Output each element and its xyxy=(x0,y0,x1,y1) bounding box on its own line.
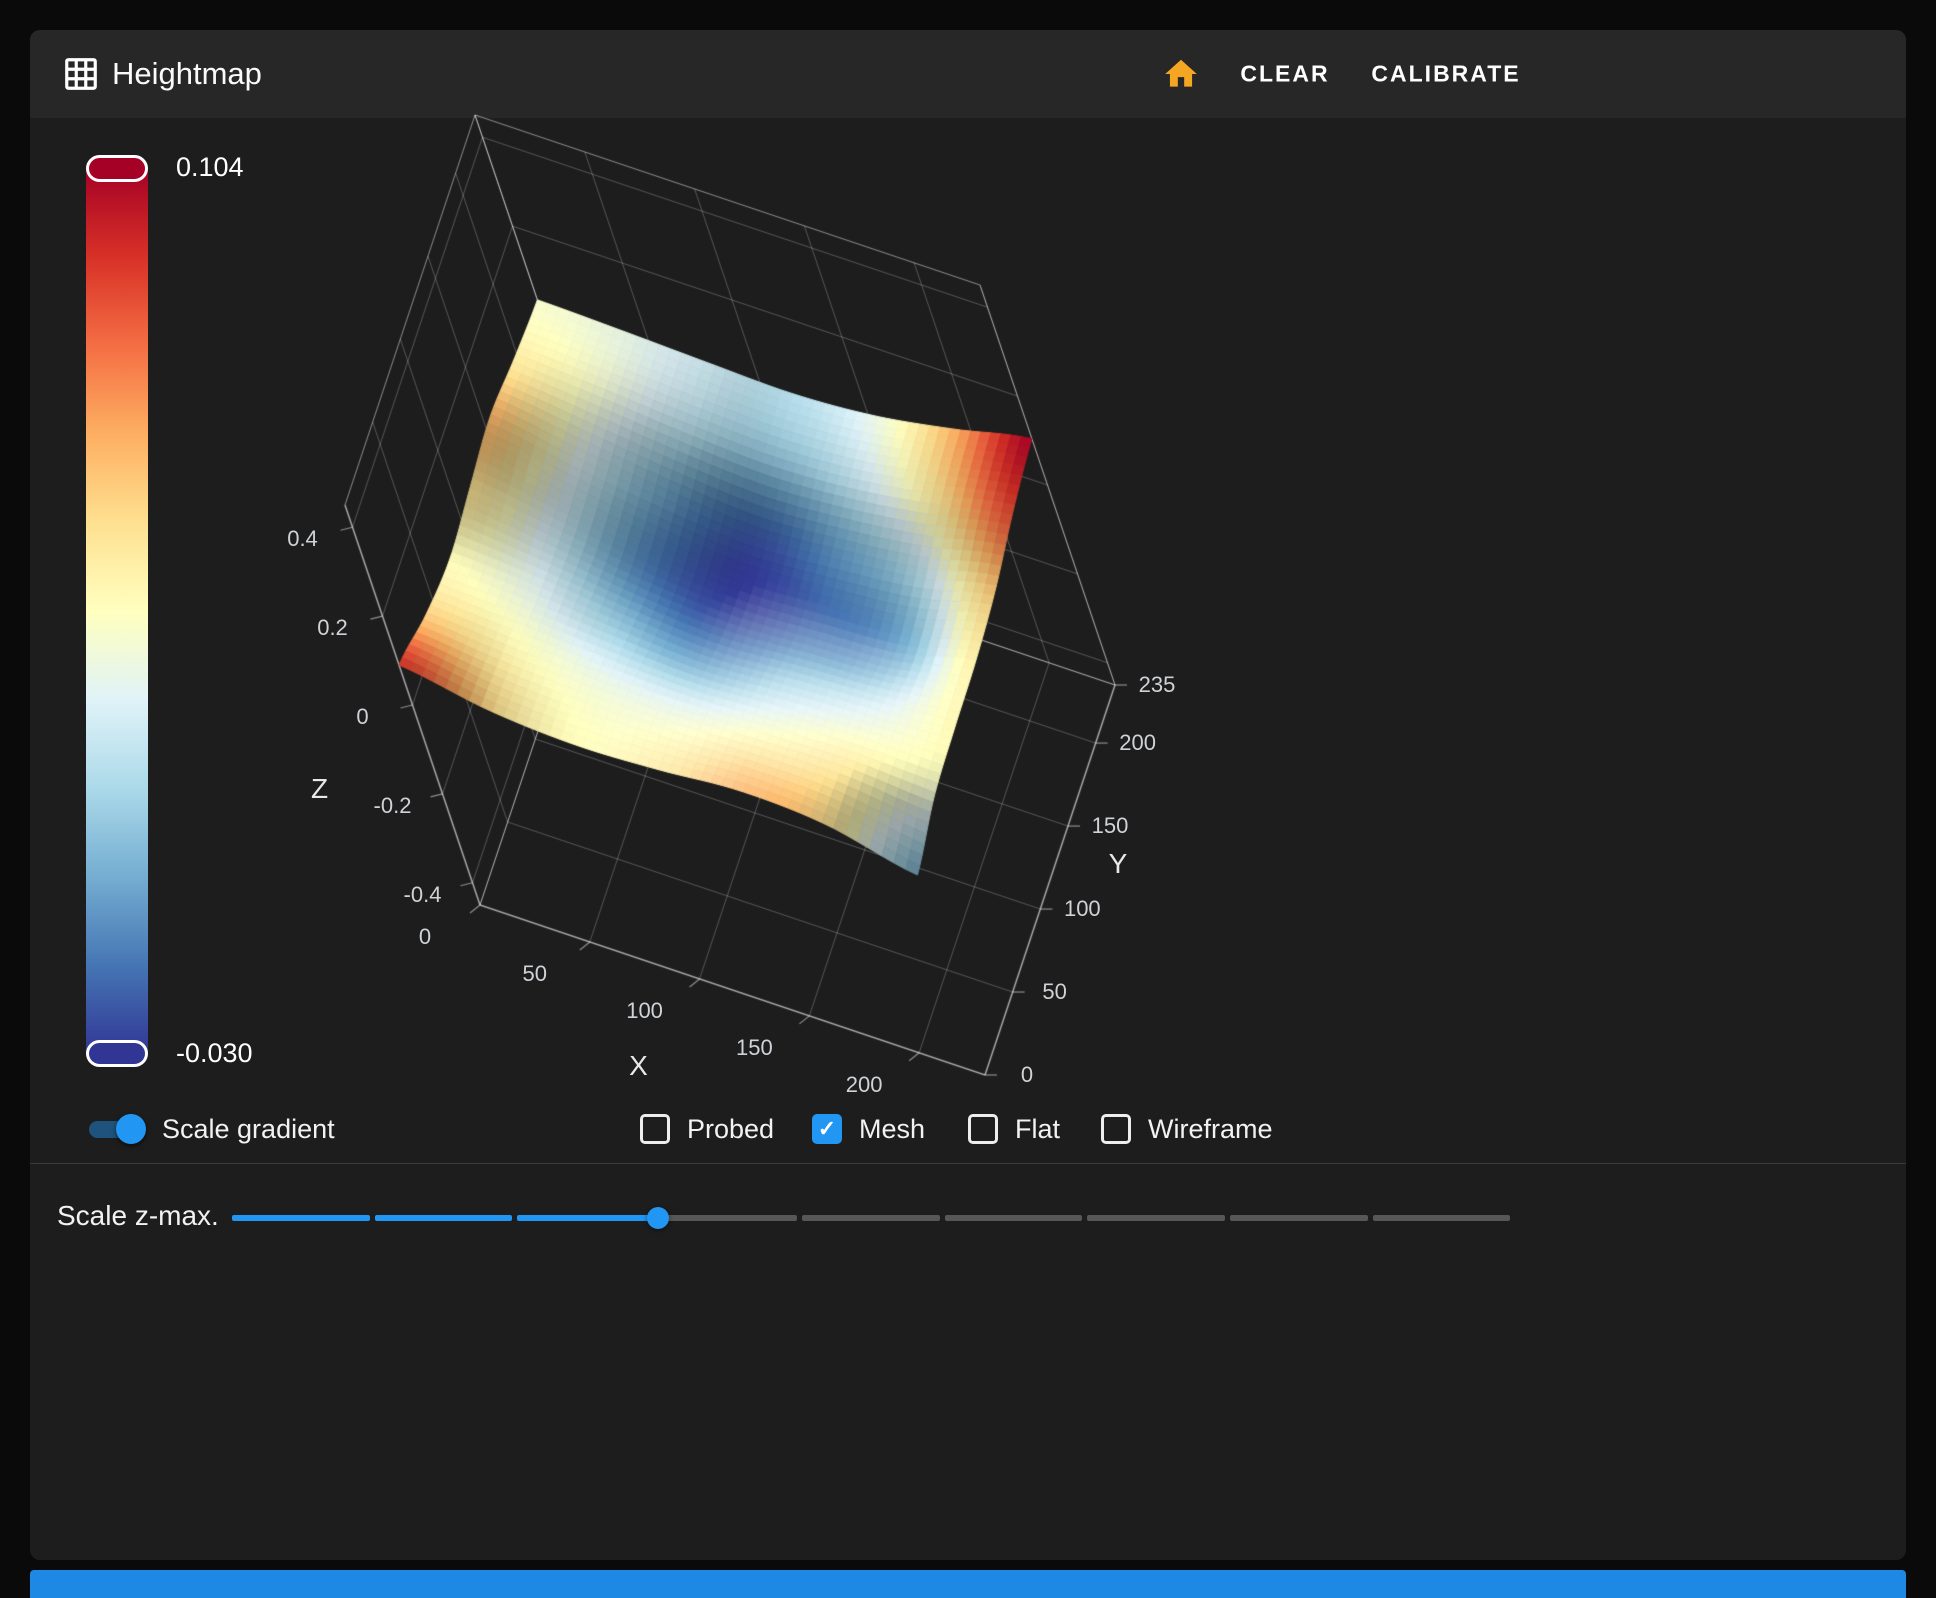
slider-segment[interactable] xyxy=(944,1215,1083,1221)
scale-gradient-toggle[interactable]: Scale gradient xyxy=(86,1112,335,1146)
colorbar xyxy=(86,155,148,1067)
grid-icon xyxy=(65,58,97,90)
checkbox-flat-label: Flat xyxy=(1015,1113,1061,1144)
slider-segment[interactable] xyxy=(802,1215,940,1221)
checkbox-mesh[interactable]: ✓ Mesh xyxy=(812,1112,925,1146)
slider-segment[interactable] xyxy=(374,1215,513,1221)
checkbox-probed[interactable]: Probed xyxy=(640,1112,774,1146)
slider-segment[interactable] xyxy=(659,1215,798,1221)
slider-track[interactable] xyxy=(232,1215,1511,1221)
heightmap-3d-canvas[interactable] xyxy=(240,60,1200,1120)
checkbox-box-icon xyxy=(968,1114,998,1144)
calibrate-button[interactable]: CALIBRATE xyxy=(1353,47,1538,102)
colorbar-gradient xyxy=(86,167,148,1055)
heightmap-panel: Heightmap CLEAR CALIBRATE 0.104 -0.030 0… xyxy=(30,30,1906,1560)
checkbox-wireframe-label: Wireframe xyxy=(1148,1113,1273,1144)
slider-segment[interactable] xyxy=(517,1215,655,1221)
slider-segment[interactable] xyxy=(1372,1215,1511,1221)
checkbox-box-icon: ✓ xyxy=(812,1114,842,1144)
checkbox-flat[interactable]: Flat xyxy=(968,1112,1060,1146)
toggle-switch xyxy=(86,1113,146,1145)
slider-segment[interactable] xyxy=(1087,1215,1225,1221)
divider xyxy=(30,1163,1906,1164)
toggle-thumb xyxy=(116,1114,146,1144)
scale-zmax-label: Scale z-max. xyxy=(57,1200,219,1231)
colorbar-min-handle[interactable] xyxy=(86,1040,148,1067)
clear-button[interactable]: CLEAR xyxy=(1222,47,1347,102)
checkbox-mesh-label: Mesh xyxy=(859,1113,926,1144)
slider-segment[interactable] xyxy=(1229,1215,1368,1221)
checkbox-box-icon xyxy=(640,1114,670,1144)
checkbox-box-icon xyxy=(1101,1114,1131,1144)
slider-thumb[interactable] xyxy=(646,1207,669,1229)
slider-segment[interactable] xyxy=(232,1215,370,1221)
checkbox-probed-label: Probed xyxy=(687,1113,775,1144)
bottom-panel-edge xyxy=(30,1570,1906,1598)
heightmap-3d-plot: 0 50 100 150 200 0 50 100 150 200 235 -0.4 -0.2 0 0.2 0… xyxy=(240,60,1200,1120)
scale-gradient-label: Scale gradient xyxy=(162,1113,335,1144)
colorbar-max-value: 0.104 xyxy=(176,152,244,182)
colorbar-max-handle[interactable] xyxy=(86,155,148,182)
checkbox-wireframe[interactable]: Wireframe xyxy=(1101,1112,1273,1146)
